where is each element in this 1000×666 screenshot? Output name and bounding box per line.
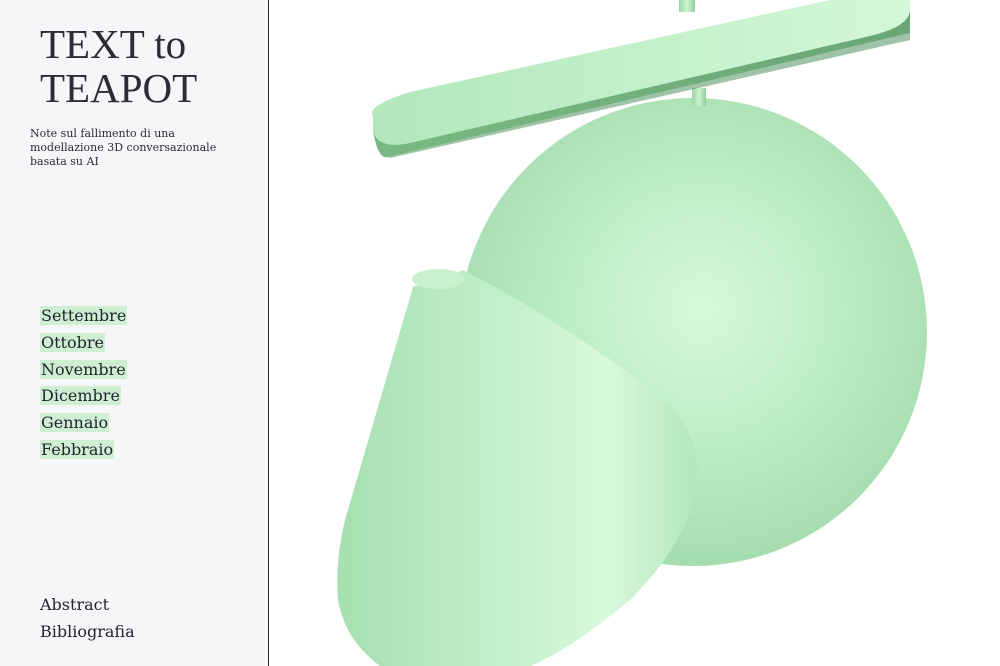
subtitle-line-2: modellazione 3D conversazionale bbox=[30, 141, 217, 154]
month-link-ottobre[interactable]: Ottobre bbox=[40, 332, 105, 352]
3d-scene[interactable] bbox=[270, 0, 1000, 666]
page-title: TEXT to TEAPOT bbox=[40, 22, 197, 110]
subtitle-line-3: basata su AI bbox=[30, 155, 99, 168]
title-line-2: TEAPOT bbox=[40, 65, 198, 111]
rod-middle bbox=[692, 88, 706, 106]
month-link-dicembre[interactable]: Dicembre bbox=[40, 386, 121, 406]
bibliografia-link[interactable]: Bibliografia bbox=[40, 622, 135, 641]
sidebar: TEXT to TEAPOT Note sul fallimento di un… bbox=[0, 0, 269, 666]
subtitle-line-1: Note sul fallimento di una bbox=[30, 127, 175, 140]
month-link-febbraio[interactable]: Febbraio bbox=[40, 439, 115, 459]
footer-nav: Abstract Bibliografia bbox=[40, 591, 135, 645]
month-nav: Settembre Ottobre Novembre Dicembre Genn… bbox=[40, 303, 128, 464]
month-link-settembre[interactable]: Settembre bbox=[40, 306, 128, 325]
month-link-novembre[interactable]: Novembre bbox=[40, 359, 127, 379]
month-link-gennaio[interactable]: Gennaio bbox=[40, 413, 110, 433]
title-line-1: TEXT to bbox=[40, 21, 187, 67]
abstract-link[interactable]: Abstract bbox=[40, 595, 109, 614]
3d-viewport[interactable] bbox=[270, 0, 1000, 666]
rod-top bbox=[679, 0, 695, 12]
subtitle: Note sul fallimento di una modellazione … bbox=[30, 127, 240, 169]
page: TEXT to TEAPOT Note sul fallimento di un… bbox=[0, 0, 1000, 666]
